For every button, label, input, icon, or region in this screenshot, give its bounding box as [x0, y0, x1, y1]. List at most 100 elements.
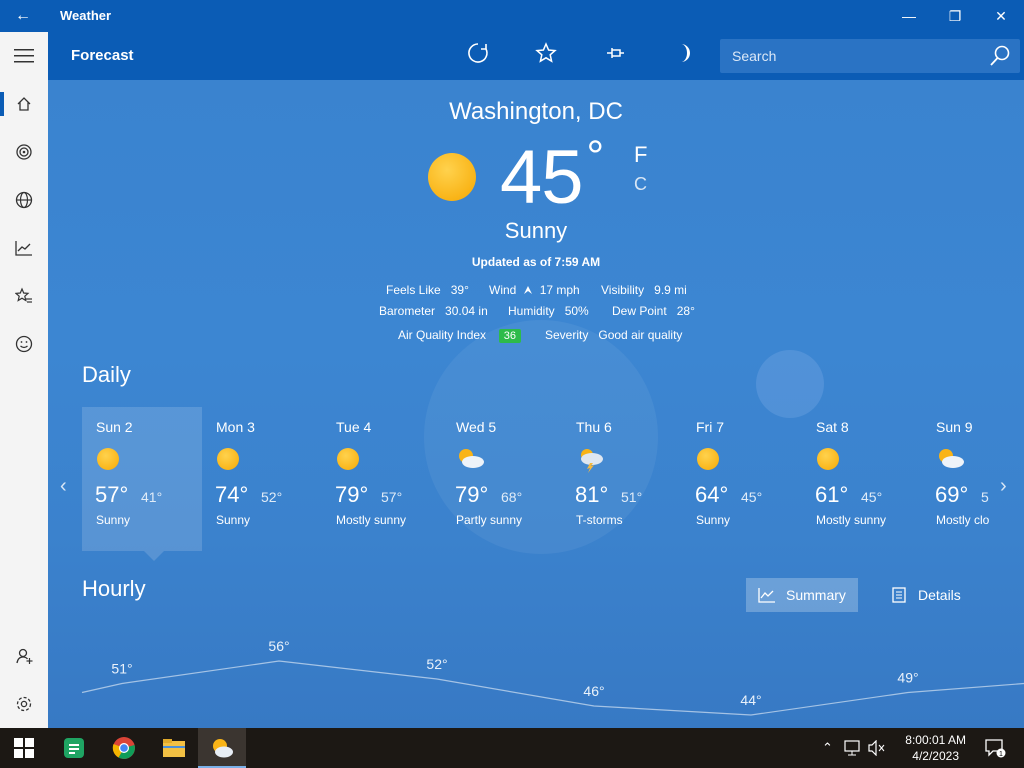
- nav-life-smiley-icon[interactable]: [0, 324, 48, 364]
- search-placeholder: Search: [732, 48, 777, 64]
- thunderstorm-icon: [576, 447, 603, 473]
- day-name: Sun 2: [96, 419, 133, 435]
- sheets-app-icon[interactable]: [50, 728, 98, 768]
- sun-icon: [696, 447, 720, 471]
- hourly-temp-label: 56°: [268, 638, 289, 654]
- start-windows-icon[interactable]: [0, 728, 48, 768]
- hourly-temp-label: 46°: [583, 683, 604, 699]
- hourly-title: Hourly: [82, 576, 146, 601]
- dark-mode-moon-icon[interactable]: [668, 42, 698, 70]
- details-list-icon: [892, 587, 906, 603]
- visibility: Visibility 9.9 mi: [601, 283, 687, 297]
- restore-button[interactable]: ❐: [932, 0, 978, 32]
- system-clock[interactable]: 8:00:01 AM 4/2/2023: [905, 732, 966, 764]
- hourly-temp-label: 51°: [111, 661, 132, 677]
- day-low-temp: 45°: [741, 489, 763, 505]
- forecast-header: Forecast Search: [48, 32, 1024, 80]
- title-bar: ← Weather — ❐ ✕: [0, 0, 1024, 32]
- air-quality: Air Quality Index 36: [398, 328, 521, 343]
- barometer: Barometer 30.04 in: [379, 304, 488, 318]
- day-low-temp: 68°: [501, 489, 523, 505]
- summary-button[interactable]: Summary: [746, 578, 858, 612]
- current-condition: Sunny: [504, 218, 568, 243]
- nav-favorites-icon[interactable]: [0, 276, 48, 316]
- nav-globe-icon[interactable]: [0, 180, 48, 220]
- partly-sunny-icon: [456, 447, 484, 471]
- day-name: Fri 7: [696, 419, 724, 435]
- humidity: Humidity 50%: [508, 304, 589, 318]
- day-high-temp: 57°: [95, 482, 129, 507]
- wind: Wind 17 mph: [489, 283, 580, 297]
- daily-card[interactable]: Sun 2 57° 41° Sunny: [82, 407, 202, 551]
- network-icon[interactable]: [844, 740, 862, 759]
- hamburger-menu-icon[interactable]: [0, 36, 48, 76]
- close-button[interactable]: ✕: [978, 0, 1024, 32]
- nav-historical-chart-icon[interactable]: [0, 228, 48, 268]
- day-name: Mon 3: [216, 419, 255, 435]
- partly-sunny-icon: [936, 447, 964, 471]
- day-high-temp: 64°: [695, 482, 729, 507]
- forecast-main: Washington, DC 45° F C Sunny Updated as …: [48, 80, 1024, 728]
- back-arrow-icon[interactable]: ←: [12, 6, 34, 26]
- day-condition: Sunny: [696, 513, 731, 527]
- wind-direction-icon: [524, 286, 533, 294]
- file-explorer-icon[interactable]: [150, 728, 198, 768]
- unit-fahrenheit[interactable]: F: [634, 142, 647, 168]
- search-input[interactable]: Search: [720, 39, 1020, 73]
- show-hidden-icons-icon[interactable]: ⌃: [822, 740, 833, 756]
- day-high-temp: 81°: [575, 482, 609, 507]
- notification-count: 1: [999, 751, 1003, 758]
- day-high-temp: 61°: [815, 482, 849, 507]
- favorite-star-icon[interactable]: [531, 42, 561, 70]
- daily-card[interactable]: Thu 6 81° 51° T-storms: [562, 407, 682, 551]
- feels-like: Feels Like 39°: [386, 283, 469, 297]
- summary-label: Summary: [786, 587, 846, 603]
- account-icon[interactable]: [0, 636, 48, 676]
- page-title: Forecast: [71, 47, 134, 64]
- sun-icon: [336, 447, 360, 471]
- day-high-temp: 69°: [935, 482, 969, 507]
- daily-card[interactable]: Fri 7 64° 45° Sunny: [682, 407, 802, 551]
- day-low-temp: 45°: [861, 489, 883, 505]
- chrome-icon[interactable]: [100, 728, 148, 768]
- daily-card[interactable]: Sun 9 69° 5 Mostly clo: [922, 407, 1024, 551]
- day-low-temp: 41°: [141, 489, 163, 505]
- details-button[interactable]: Details: [878, 578, 973, 612]
- search-icon[interactable]: [988, 44, 1012, 68]
- notifications-icon[interactable]: 1: [984, 738, 1006, 761]
- daily-card[interactable]: Mon 3 74° 52° Sunny: [202, 407, 322, 551]
- details-label: Details: [918, 587, 961, 603]
- day-condition: Mostly sunny: [336, 513, 407, 527]
- day-low-temp: 5: [981, 489, 989, 505]
- daily-card[interactable]: Tue 4 79° 57° Mostly sunny: [322, 407, 442, 551]
- aqi-badge: 36: [498, 329, 521, 343]
- sun-icon: [816, 447, 840, 471]
- pin-icon[interactable]: [600, 42, 630, 70]
- day-condition: Partly sunny: [456, 513, 523, 527]
- daily-prev-icon[interactable]: ‹: [60, 475, 67, 498]
- settings-gear-icon[interactable]: [0, 684, 48, 724]
- refresh-icon[interactable]: [463, 42, 493, 70]
- daily-card[interactable]: Sat 8 61° 45° Mostly sunny: [802, 407, 922, 551]
- daily-title: Daily: [82, 362, 131, 387]
- nav-sidebar: [0, 32, 48, 728]
- volume-muted-icon[interactable]: [868, 739, 886, 759]
- hourly-temp-label: 49°: [897, 670, 918, 686]
- taskbar: ⌃ 8:00:01 AM 4/2/2023 1: [0, 728, 1024, 768]
- day-condition: T-storms: [576, 513, 623, 527]
- nav-maps-radar-icon[interactable]: [0, 132, 48, 172]
- weather-app-taskbar-icon[interactable]: [198, 728, 246, 768]
- unit-celsius[interactable]: C: [634, 174, 647, 195]
- nav-forecast-home-icon[interactable]: [0, 84, 48, 124]
- day-condition: Mostly clo: [936, 513, 990, 527]
- selected-day-pointer: [144, 551, 164, 561]
- clock-date: 4/2/2023: [912, 749, 959, 763]
- minimize-button[interactable]: —: [886, 0, 932, 32]
- city-name: Washington, DC: [449, 98, 623, 125]
- hourly-temp-label: 52°: [426, 656, 447, 672]
- current-temp: 45°: [500, 132, 604, 220]
- daily-card[interactable]: Wed 5 79° 68° Partly sunny: [442, 407, 562, 551]
- dew-point: Dew Point 28°: [612, 304, 695, 318]
- day-name: Sun 9: [936, 419, 973, 435]
- day-name: Sat 8: [816, 419, 849, 435]
